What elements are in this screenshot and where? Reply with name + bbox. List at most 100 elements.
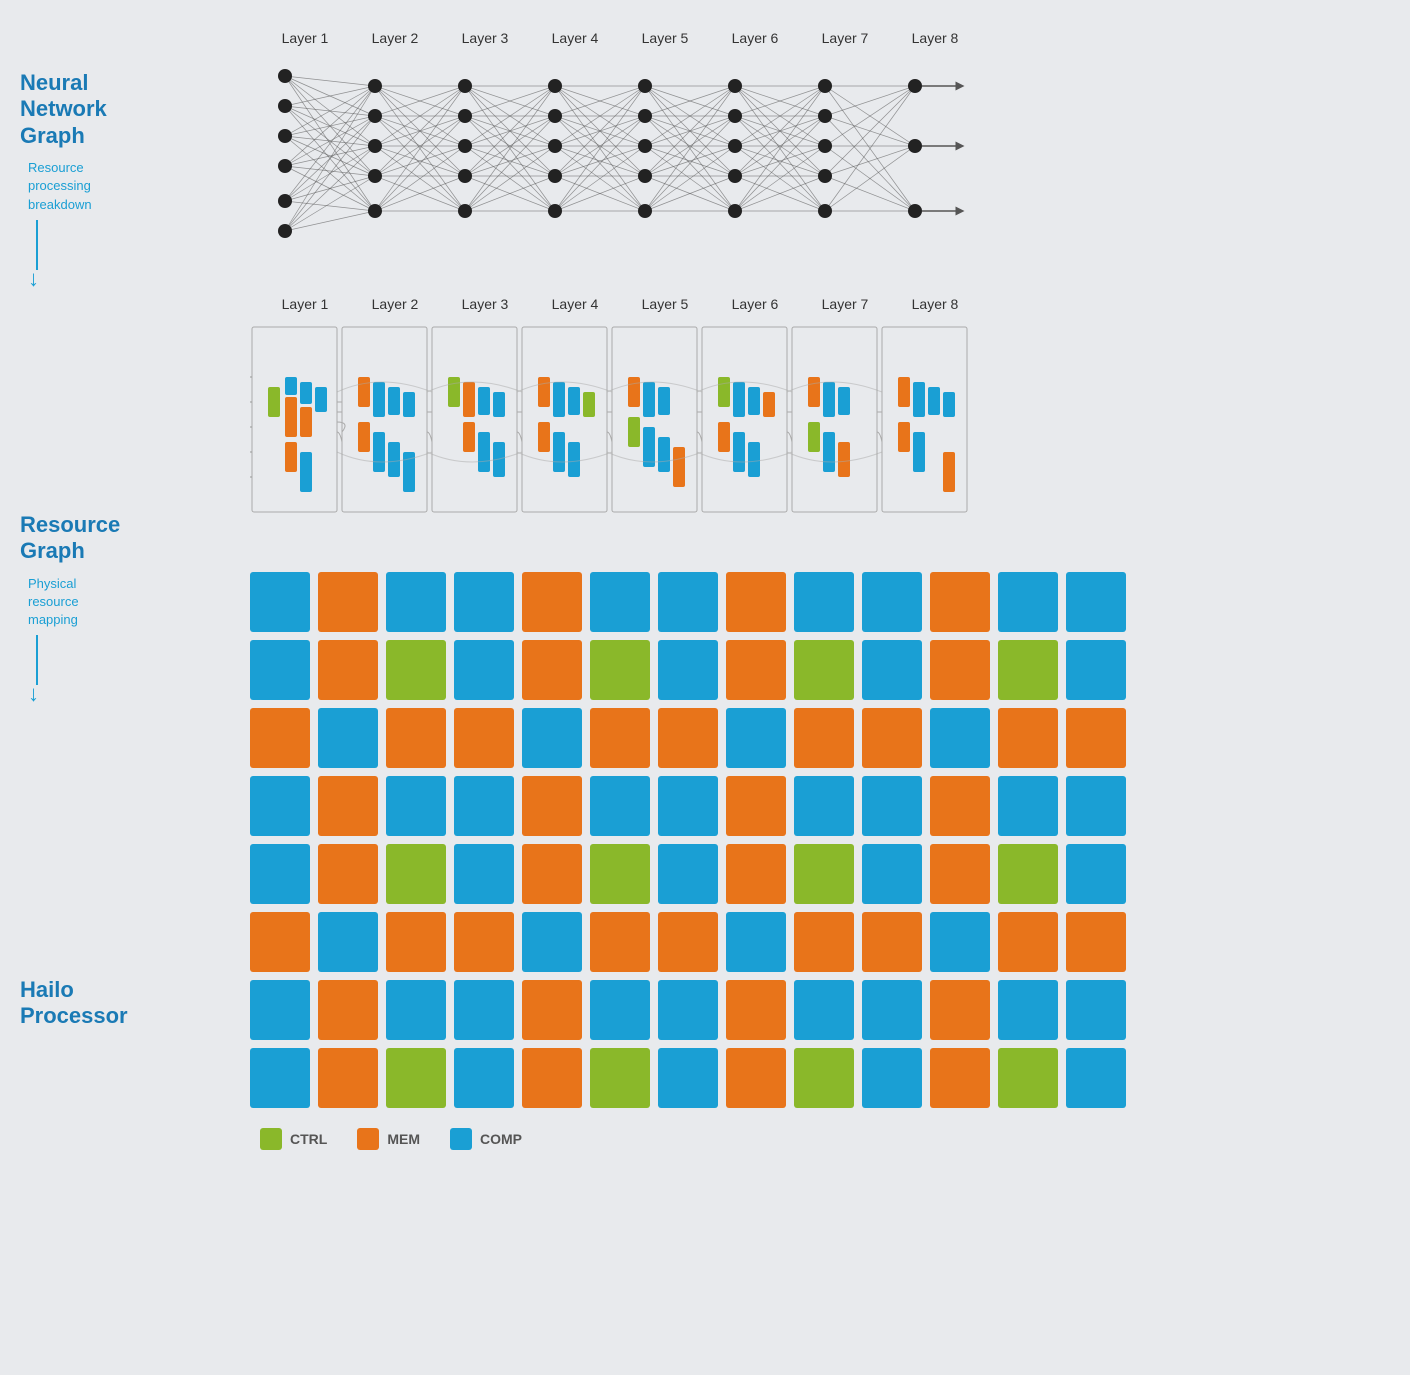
grid-cell-1-2 — [386, 640, 446, 700]
grid-cell-7-9 — [862, 1048, 922, 1108]
grid-cell-1-11 — [998, 640, 1058, 700]
grid-cell-1-1 — [318, 640, 378, 700]
grid-cell-5-2 — [386, 912, 446, 972]
grid-cell-0-9 — [862, 572, 922, 632]
rg-layer-3: Layer 3 — [440, 296, 530, 312]
section-neural-network: NeuralNetworkGraph — [20, 70, 250, 149]
grid-cell-0-6 — [658, 572, 718, 632]
neural-network-section: Layer 1 Layer 2 Layer 3 Layer 4 Layer 5 … — [250, 30, 1390, 256]
grid-cell-1-7 — [726, 640, 786, 700]
grid-cell-3-5 — [590, 776, 650, 836]
section-hailo: HailoProcessor — [20, 977, 250, 1030]
right-panel: Layer 1 Layer 2 Layer 3 Layer 4 Layer 5 … — [250, 30, 1390, 1150]
grid-cell-7-4 — [522, 1048, 582, 1108]
left-panel: NeuralNetworkGraph Resourceprocessingbre… — [20, 30, 250, 1150]
nn-layer-3: Layer 3 — [440, 30, 530, 46]
grid-cell-6-6 — [658, 980, 718, 1040]
grid-cell-0-2 — [386, 572, 446, 632]
grid-cell-5-1 — [318, 912, 378, 972]
nn-layer-7: Layer 7 — [800, 30, 890, 46]
grid-cell-4-7 — [726, 844, 786, 904]
neural-network-svg: .nn-node { fill: #222; } .nn-edge { stro… — [250, 56, 980, 256]
v-line-1 — [36, 220, 38, 270]
grid-cell-7-8 — [794, 1048, 854, 1108]
resource-graph-svg: .rg-box { rx: 3; ry: 3; } .rg-edge { str… — [250, 322, 980, 522]
mem-color-swatch — [357, 1128, 379, 1150]
grid-cell-3-12 — [1066, 776, 1126, 836]
grid-cell-2-6 — [658, 708, 718, 768]
rg-layer-6: Layer 6 — [710, 296, 800, 312]
grid-cell-4-12 — [1066, 844, 1126, 904]
grid-cell-2-0 — [250, 708, 310, 768]
rg-layer-7: Layer 7 — [800, 296, 890, 312]
grid-cell-6-10 — [930, 980, 990, 1040]
processor-grid — [250, 572, 1390, 1108]
grid-cell-1-4 — [522, 640, 582, 700]
grid-cell-3-4 — [522, 776, 582, 836]
grid-cell-0-7 — [726, 572, 786, 632]
grid-cell-3-0 — [250, 776, 310, 836]
grid-cell-2-1 — [318, 708, 378, 768]
sublabel-resource-processing: Resourceprocessingbreakdown — [28, 159, 92, 214]
grid-cell-5-5 — [590, 912, 650, 972]
grid-cell-3-7 — [726, 776, 786, 836]
grid-cell-6-9 — [862, 980, 922, 1040]
v-line-2 — [36, 635, 38, 685]
grid-cell-0-5 — [590, 572, 650, 632]
rg-layer-1: Layer 1 — [260, 296, 350, 312]
rg-layer-2: Layer 2 — [350, 296, 440, 312]
legend-mem: MEM — [357, 1128, 420, 1150]
grid-cell-2-8 — [794, 708, 854, 768]
grid-cell-7-3 — [454, 1048, 514, 1108]
hailo-processor-section: CTRL MEM COMP — [250, 572, 1390, 1150]
grid-cell-7-2 — [386, 1048, 446, 1108]
grid-cell-0-4 — [522, 572, 582, 632]
grid-cell-6-8 — [794, 980, 854, 1040]
grid-cell-0-1 — [318, 572, 378, 632]
nn-layer-headers: Layer 1 Layer 2 Layer 3 Layer 4 Layer 5 … — [250, 30, 1390, 46]
grid-cell-5-0 — [250, 912, 310, 972]
grid-cell-4-4 — [522, 844, 582, 904]
grid-cell-1-10 — [930, 640, 990, 700]
grid-cell-0-12 — [1066, 572, 1126, 632]
hailo-processor-title: HailoProcessor — [20, 977, 250, 1030]
grid-cell-5-11 — [998, 912, 1058, 972]
grid-cell-7-6 — [658, 1048, 718, 1108]
nn-layer-1: Layer 1 — [260, 30, 350, 46]
grid-cell-0-11 — [998, 572, 1058, 632]
grid-cell-4-11 — [998, 844, 1058, 904]
grid-cell-5-12 — [1066, 912, 1126, 972]
grid-cell-0-8 — [794, 572, 854, 632]
grid-cell-6-1 — [318, 980, 378, 1040]
nn-layer-2: Layer 2 — [350, 30, 440, 46]
grid-cell-2-12 — [1066, 708, 1126, 768]
sublabel-physical-resource: Physicalresourcemapping — [28, 575, 79, 630]
grid-cell-4-0 — [250, 844, 310, 904]
grid-cell-5-10 — [930, 912, 990, 972]
grid-cell-4-2 — [386, 844, 446, 904]
grid-cell-3-6 — [658, 776, 718, 836]
grid-cell-2-7 — [726, 708, 786, 768]
arrow-2: ↓ — [28, 681, 39, 707]
resource-graph-title: ResourceGraph — [20, 512, 250, 565]
grid-cell-1-12 — [1066, 640, 1126, 700]
grid-cell-5-9 — [862, 912, 922, 972]
grid-cell-5-8 — [794, 912, 854, 972]
nn-layer-8: Layer 8 — [890, 30, 980, 46]
grid-cell-7-12 — [1066, 1048, 1126, 1108]
connector-1: Resourceprocessingbreakdown ↓ — [20, 159, 250, 292]
grid-cell-5-7 — [726, 912, 786, 972]
legend: CTRL MEM COMP — [250, 1128, 1390, 1150]
grid-cell-6-2 — [386, 980, 446, 1040]
grid-cell-4-8 — [794, 844, 854, 904]
comp-label: COMP — [480, 1131, 522, 1147]
rg-layer-8: Layer 8 — [890, 296, 980, 312]
grid-cell-7-7 — [726, 1048, 786, 1108]
rg-layer-5: Layer 5 — [620, 296, 710, 312]
grid-cell-6-0 — [250, 980, 310, 1040]
section-resource-graph: ResourceGraph — [20, 512, 250, 565]
legend-comp: COMP — [450, 1128, 522, 1150]
grid-cell-2-10 — [930, 708, 990, 768]
connector-2: Physicalresourcemapping ↓ — [20, 575, 250, 708]
grid-cell-4-5 — [590, 844, 650, 904]
